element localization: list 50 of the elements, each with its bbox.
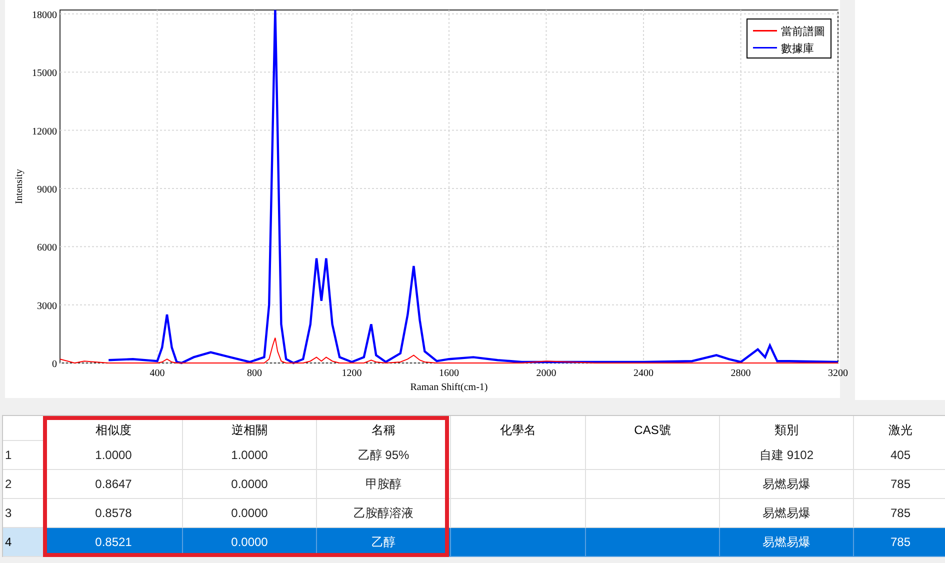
table-cell-text: 0.0000	[231, 505, 268, 522]
table-cell-text: 易燃易爆	[762, 476, 810, 493]
x-tick-label: 2400	[634, 368, 654, 379]
table-cell-text: 785	[890, 476, 911, 493]
table-cell-text: 785	[890, 505, 911, 522]
column-header[interactable]: 逆相關	[183, 416, 317, 441]
table-cell-text: 785	[890, 534, 911, 551]
x-tick-label: 800	[247, 368, 262, 379]
table-cell-text: 0.8647	[95, 476, 132, 493]
table-cell-text: 0.8521	[95, 534, 132, 551]
y-tick-label: 15000	[32, 68, 57, 80]
table-cell-text: 405	[890, 447, 911, 464]
table-cell-text: 0.0000	[231, 476, 268, 493]
table-cell-text: 乙胺醇溶液	[354, 505, 414, 522]
y-axis-label: Intensity	[14, 169, 25, 204]
y-tick-label: 12000	[32, 126, 57, 138]
y-tick-label: 3000	[37, 300, 57, 312]
x-tick-label: 400	[150, 368, 165, 379]
x-tick-label: 2000	[536, 368, 556, 379]
y-tick-label: 0	[52, 359, 57, 370]
x-tick-label: 3200	[828, 368, 848, 379]
x-tick-label: 2800	[730, 368, 751, 379]
column-header[interactable]: 化學名	[451, 416, 586, 441]
y-tick-label: 9000	[37, 184, 57, 196]
table-row[interactable]: 4 0.8521 0.0000 乙醇 易燃易爆 785	[3, 528, 945, 557]
column-header[interactable]: 名稱	[317, 416, 451, 441]
y-tick-label: 6000	[37, 242, 57, 254]
x-tick-label: 1600	[439, 368, 459, 379]
table-cell-text: 0.0000	[231, 534, 268, 551]
table-cell-text: 易燃易爆	[762, 505, 810, 522]
table-cell-text: 1.0000	[95, 447, 132, 464]
column-header[interactable]: CAS號	[586, 416, 720, 441]
column-header[interactable]: 類別	[720, 416, 854, 441]
table-row[interactable]: 1 1.0000 1.0000 乙醇 95% 自建 9102 405	[3, 441, 945, 470]
legend-label: 數據庫	[781, 43, 814, 55]
legend-label: 當前譜圖	[781, 26, 825, 38]
table-cell-text: 乙醇	[372, 534, 396, 551]
y-tick-label: 18000	[32, 10, 57, 21]
table-cell-text: 1.0000	[231, 447, 268, 464]
table-cell-text: 自建 9102	[759, 447, 814, 464]
table-row[interactable]: 2 0.8647 0.0000 甲胺醇 易燃易爆 785	[3, 470, 945, 499]
column-header[interactable]: 相似度	[45, 416, 183, 441]
table-cell-text: 乙醇 95%	[358, 447, 410, 464]
x-tick-label: 1200	[342, 368, 362, 379]
table-cell-text: 甲胺醇	[366, 476, 402, 493]
row-number: 4	[3, 528, 45, 557]
table-cell-text: 0.8578	[95, 505, 132, 522]
table-cell-text: 易燃易爆	[762, 534, 810, 551]
x-axis-label: Raman Shift(cm-1)	[410, 382, 488, 393]
column-header[interactable]: 激光	[854, 416, 945, 441]
